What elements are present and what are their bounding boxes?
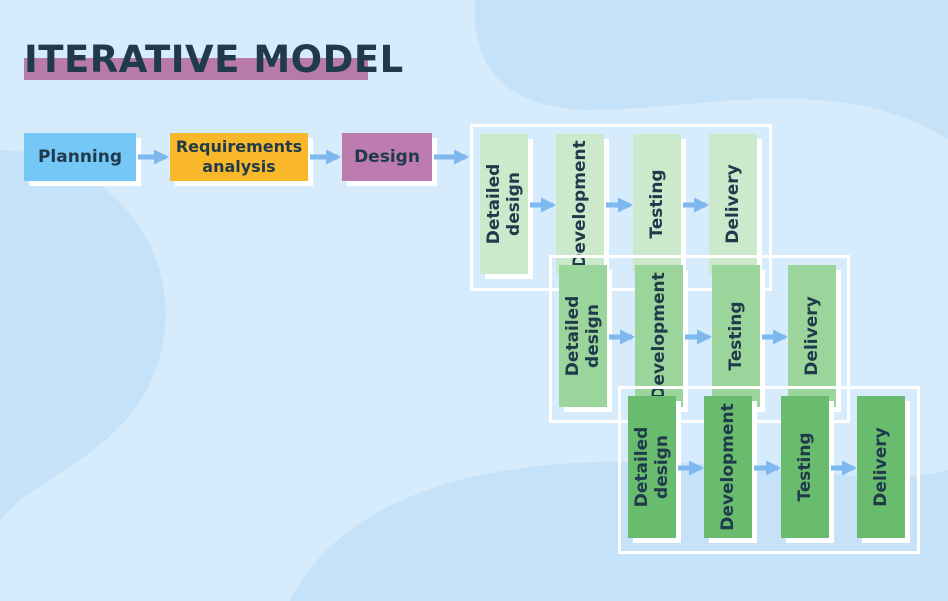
title-group: ITERATIVE MODEL	[24, 38, 404, 82]
iteration-1-testing: Testing	[633, 134, 681, 274]
iteration-3-development: Development	[704, 396, 752, 538]
iteration-1-detailed-design: Detailed design	[480, 134, 528, 274]
iteration-1-development: Development	[556, 134, 604, 274]
iteration-3-delivery: Delivery	[857, 396, 905, 538]
planning-box: Planning	[24, 133, 136, 181]
iteration-3-detailed-design: Detailed design	[628, 396, 676, 538]
requirements-analysis-box: Requirements analysis	[170, 133, 308, 181]
page-title: ITERATIVE MODEL	[24, 38, 404, 81]
iteration-1-delivery: Delivery	[709, 134, 757, 274]
iteration-2-detailed-design: Detailed design	[559, 265, 607, 407]
iteration-3-testing: Testing	[781, 396, 829, 538]
design-box: Design	[342, 133, 432, 181]
